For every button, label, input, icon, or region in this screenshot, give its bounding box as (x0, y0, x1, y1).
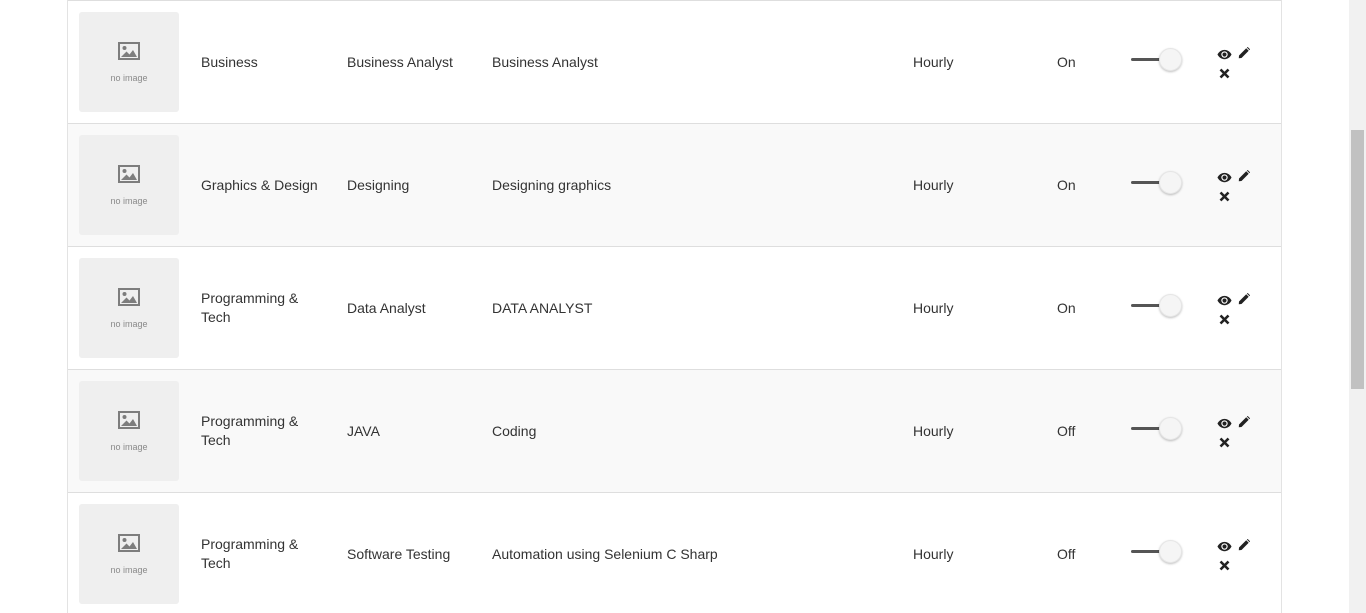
thumbnail-placeholder: no image (79, 258, 179, 358)
title-cell: DATA ANALYST (492, 299, 593, 316)
type-cell: Hourly (913, 176, 954, 193)
row-actions (1217, 414, 1257, 450)
category-cell: Programming & Tech (201, 290, 299, 325)
thumbnail-placeholder: no image (79, 12, 179, 112)
pencil-icon[interactable] (1238, 169, 1251, 187)
image-placeholder-icon (118, 411, 140, 429)
no-image-label: no image (110, 319, 148, 329)
toggle-knob[interactable] (1159, 48, 1182, 71)
category-cell: Programming & Tech (201, 413, 299, 448)
toggle-track (1131, 550, 1161, 553)
table-row: no image Business Business Analyst Busin… (68, 0, 1281, 124)
sub-category-cell: Business Analyst (347, 53, 453, 70)
thumbnail-placeholder: no image (79, 135, 179, 235)
eye-icon[interactable] (1217, 539, 1232, 557)
type-cell: Hourly (913, 299, 954, 316)
status-cell: Off (1057, 422, 1076, 439)
toggle-knob[interactable] (1159, 540, 1182, 563)
toggle-knob[interactable] (1159, 171, 1182, 194)
toggle-track (1131, 58, 1161, 61)
no-image-label: no image (110, 442, 148, 452)
status-toggle[interactable] (1131, 293, 1183, 317)
title-cell: Automation using Selenium C Sharp (492, 545, 718, 562)
image-placeholder-icon (118, 534, 140, 552)
toggle-knob[interactable] (1159, 417, 1182, 440)
close-icon[interactable] (1219, 66, 1230, 84)
toggle-track (1131, 304, 1161, 307)
title-cell: Designing graphics (492, 176, 612, 193)
no-image-label: no image (110, 196, 148, 206)
status-toggle[interactable] (1131, 47, 1183, 71)
status-cell: On (1057, 176, 1076, 193)
category-cell: Programming & Tech (201, 536, 299, 571)
pencil-icon[interactable] (1238, 292, 1251, 310)
row-actions (1217, 537, 1257, 573)
table-row: no image Programming & Tech JAVA Coding … (68, 370, 1281, 493)
thumbnail-placeholder: no image (79, 381, 179, 481)
no-image-label: no image (110, 73, 148, 83)
close-icon[interactable] (1219, 189, 1230, 207)
eye-icon[interactable] (1217, 293, 1232, 311)
close-icon[interactable] (1219, 558, 1230, 576)
status-toggle[interactable] (1131, 170, 1183, 194)
scrollbar-thumb[interactable] (1351, 130, 1364, 389)
close-icon[interactable] (1219, 435, 1230, 453)
status-cell: On (1057, 299, 1076, 316)
table-row: no image Graphics & Design Designing Des… (68, 124, 1281, 247)
eye-icon[interactable] (1217, 170, 1232, 188)
thumbnail-placeholder: no image (79, 504, 179, 604)
image-placeholder-icon (118, 42, 140, 60)
pencil-icon[interactable] (1238, 46, 1251, 64)
services-table: no image Business Business Analyst Busin… (67, 0, 1282, 613)
pencil-icon[interactable] (1238, 538, 1251, 556)
eye-icon[interactable] (1217, 416, 1232, 434)
toggle-track (1131, 427, 1161, 430)
vertical-scrollbar[interactable] (1349, 0, 1366, 613)
image-placeholder-icon (118, 288, 140, 306)
eye-icon[interactable] (1217, 47, 1232, 65)
table-row: no image Programming & Tech Data Analyst… (68, 247, 1281, 370)
title-cell: Coding (492, 422, 537, 439)
category-cell: Business (201, 53, 258, 70)
sub-category-cell: Designing (347, 176, 410, 193)
pencil-icon[interactable] (1238, 415, 1251, 433)
type-cell: Hourly (913, 422, 954, 439)
listing-page: no image Business Business Analyst Busin… (0, 0, 1366, 613)
sub-category-cell: Data Analyst (347, 299, 426, 316)
status-cell: On (1057, 53, 1076, 70)
sub-category-cell: JAVA (347, 422, 380, 439)
no-image-label: no image (110, 565, 148, 575)
status-toggle[interactable] (1131, 416, 1183, 440)
row-actions (1217, 168, 1257, 204)
type-cell: Hourly (913, 53, 954, 70)
row-actions (1217, 45, 1257, 81)
sub-category-cell: Software Testing (347, 545, 451, 562)
toggle-knob[interactable] (1159, 294, 1182, 317)
status-cell: Off (1057, 545, 1076, 562)
category-cell: Graphics & Design (201, 176, 318, 193)
type-cell: Hourly (913, 545, 954, 562)
row-actions (1217, 291, 1257, 327)
toggle-track (1131, 181, 1161, 184)
status-toggle[interactable] (1131, 539, 1183, 563)
table-row: no image Programming & Tech Software Tes… (68, 493, 1281, 613)
close-icon[interactable] (1219, 312, 1230, 330)
image-placeholder-icon (118, 165, 140, 183)
title-cell: Business Analyst (492, 53, 598, 70)
